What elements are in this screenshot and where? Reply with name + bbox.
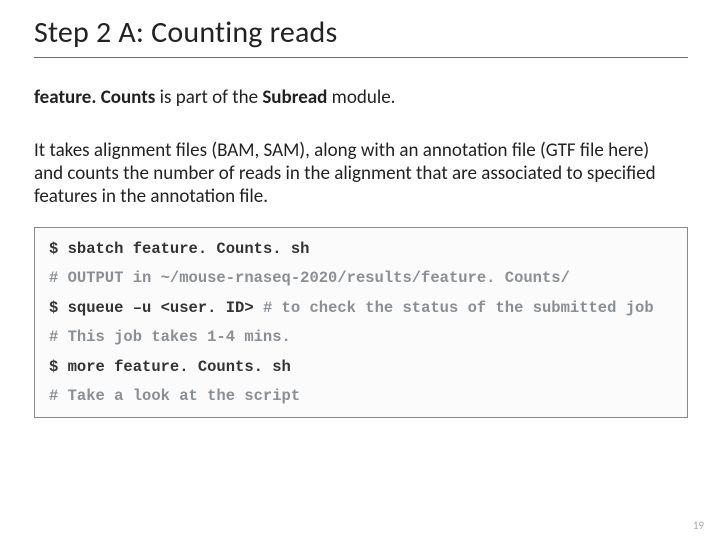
code-block: $ sbatch feature. Counts. sh # OUTPUT in… [34, 227, 688, 418]
lead-bold-2: Subread [262, 86, 327, 109]
lead-bold-1: feature. Counts [34, 86, 155, 109]
lead-sentence: feature. Counts is part of the Subread m… [34, 86, 688, 109]
code-line-5: $ more feature. Counts. sh [49, 360, 673, 376]
page-title: Step 2 A: Counting reads [34, 14, 688, 58]
page-number: 19 [693, 519, 704, 532]
shell-prompt: $ [49, 240, 68, 258]
shell-command: more feature. Counts. sh [68, 358, 291, 376]
code-line-6: # Take a look at the script [49, 389, 673, 405]
code-line-4: # This job takes 1-4 mins. [49, 330, 673, 346]
shell-prompt: $ [49, 358, 68, 376]
shell-command: sbatch feature. Counts. sh [68, 240, 310, 258]
code-line-3: $ squeue –u <user. ID> # to check the st… [49, 301, 673, 317]
shell-comment: # to check the status of the submitted j… [263, 299, 654, 317]
lead-text-1: is part of the [155, 86, 262, 109]
shell-comment: # OUTPUT in ~/mouse-rnaseq-2020/results/… [49, 269, 570, 287]
shell-command: squeue –u <user. ID> [68, 299, 263, 317]
shell-comment: # This job takes 1-4 mins. [49, 328, 291, 346]
lead-text-2: module. [327, 86, 395, 109]
code-line-1: $ sbatch feature. Counts. sh [49, 242, 673, 258]
body-paragraph: It takes alignment files (BAM, SAM), alo… [34, 139, 688, 209]
code-line-2: # OUTPUT in ~/mouse-rnaseq-2020/results/… [49, 271, 673, 287]
shell-comment: # Take a look at the script [49, 387, 300, 405]
shell-prompt: $ [49, 299, 68, 317]
slide: Step 2 A: Counting reads feature. Counts… [0, 0, 720, 540]
